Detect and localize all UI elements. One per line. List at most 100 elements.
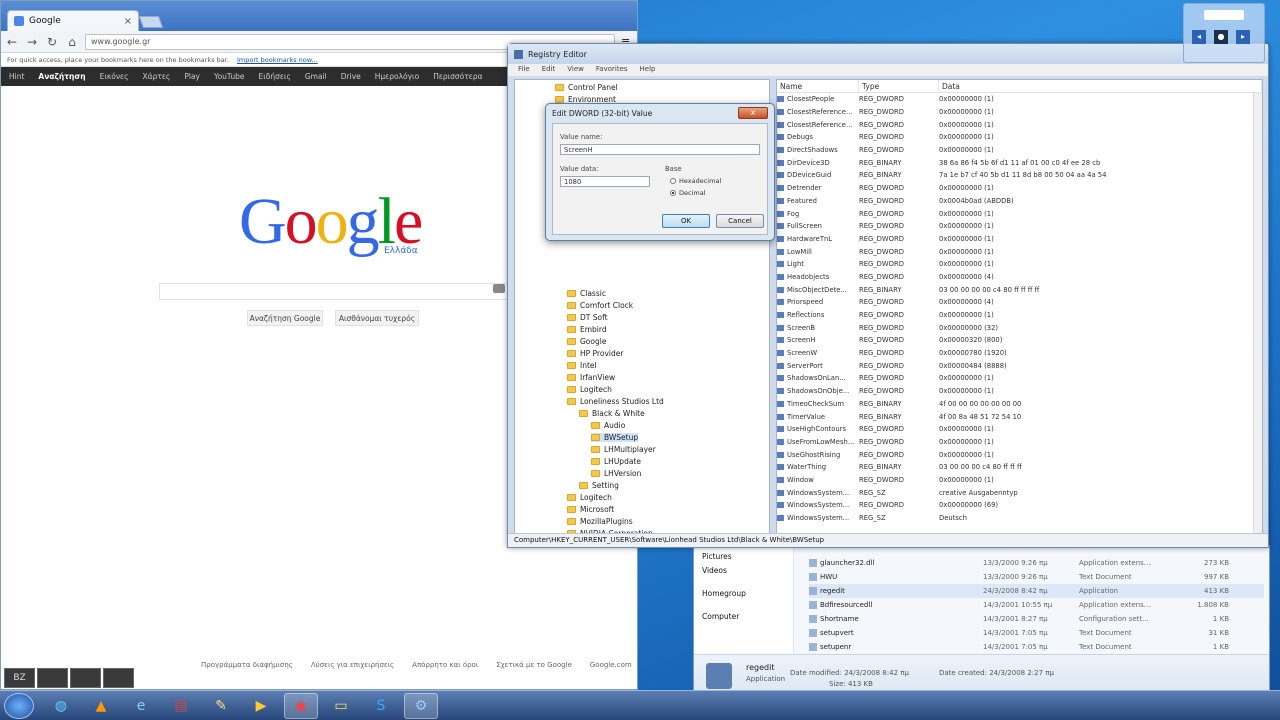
menu-edit[interactable]: Edit [542,65,556,75]
file-row[interactable]: setupvert 14/3/2001 7:05 πμ Text Document 3… [809,626,1264,640]
back-icon[interactable]: ← [5,35,19,49]
tree-node[interactable]: LHMultiplayer [591,445,656,454]
menu-file[interactable]: File [518,65,530,75]
weather-gadget[interactable]: ◂ ● ▸ [1183,3,1265,63]
tree-node[interactable]: Comfort Clock [567,301,633,310]
regedit-titlebar[interactable]: Registry Editor [508,44,1268,64]
file-row[interactable]: Shortname 14/3/2001 8:27 πμ Configuration … [809,612,1264,626]
registry-value-row[interactable]: ScreenH REG_DWORD 0x00000320 (800) [777,334,1262,347]
nav-pictures[interactable]: Pictures [702,552,785,561]
footer-link[interactable]: Google.com [590,661,632,669]
registry-value-row[interactable]: Fog REG_DWORD 0x00000000 (1) [777,207,1262,220]
registry-value-row[interactable]: WindowsSystem... REG_DWORD 0x00000000 (69) [777,499,1262,512]
gbar-item[interactable]: Χάρτες [143,72,171,81]
column-name[interactable]: Name [777,80,859,92]
ie-icon[interactable]: e [124,693,158,719]
nav-computer[interactable]: Computer [702,612,785,621]
file-row[interactable]: regedit 24/3/2008 8:42 πμ Application 413 K… [809,584,1264,598]
home-icon[interactable]: ⌂ [65,35,79,49]
footer-link[interactable]: Προγράμματα διαφήμισης [201,661,293,669]
nav-homegroup[interactable]: Homegroup [702,589,785,598]
file-row[interactable]: HWU 13/3/2000 9:26 πμ Text Document 997 KB [809,570,1264,584]
registry-value-row[interactable]: ScreenW REG_DWORD 0x00000780 (1920) [777,347,1262,360]
column-data[interactable]: Data [939,80,1262,92]
tree-node[interactable]: IrfanView [567,373,615,382]
registry-value-row[interactable]: HardwareTnL REG_DWORD 0x00000000 (1) [777,233,1262,246]
gbar-item[interactable]: Περισσότερα [433,72,482,81]
torrent-icon[interactable]: ◍ [44,693,78,719]
footer-link[interactable]: Σχετικά με το Google [496,661,572,669]
tree-node[interactable]: Black & White [579,409,645,418]
file-row[interactable]: setupenr 14/3/2001 7:05 πμ Text Document 1 … [809,640,1264,654]
registry-value-row[interactable]: Light REG_DWORD 0x00000000 (1) [777,258,1262,271]
registry-value-row[interactable]: LowMill REG_DWORD 0x00000000 (1) [777,245,1262,258]
registry-value-row[interactable]: Window REG_DWORD 0x00000000 (1) [777,474,1262,487]
values-scrollbar[interactable] [1253,93,1262,533]
tree-node[interactable]: Loneliness Studios Ltd [567,397,664,406]
registry-value-row[interactable]: MiscObjectDete... REG_BINARY 03 00 00 00 0… [777,283,1262,296]
registry-value-row[interactable]: TimerValue REG_BINARY 4f 00 8a 48 51 72 54… [777,410,1262,423]
tree-node[interactable]: Classic [567,289,606,298]
registry-value-row[interactable]: WindowsSystem... REG_SZ creative Ausgabenn… [777,486,1262,499]
gadget-next-icon[interactable]: ▸ [1236,30,1250,44]
registry-value-row[interactable]: TimeoCheckSum REG_BINARY 4f 00 00 00 00 00… [777,398,1262,411]
tree-node[interactable]: DT Soft [567,313,608,322]
decimal-radio[interactable]: Decimal [670,189,706,197]
winrar-icon[interactable]: ▤ [164,693,198,719]
close-icon[interactable]: x [738,107,768,119]
skype-icon[interactable]: S [364,693,398,719]
ok-button[interactable]: OK [662,214,710,228]
cancel-button[interactable]: Cancel [716,214,764,228]
dialog-titlebar[interactable]: Edit DWORD (32-bit) Value x [546,104,774,122]
chrome-icon[interactable]: ◉ [284,692,318,719]
registry-value-row[interactable]: DirDevice3D REG_BINARY 38 6a 86 f4 5b 6f d… [777,156,1262,169]
tree-node[interactable]: Audio [591,421,625,430]
forward-icon[interactable]: → [25,35,39,49]
registry-value-row[interactable]: DDeviceGuid REG_BINARY 7a 1e b7 cf 40 5b d… [777,169,1262,182]
registry-value-row[interactable]: Detrender REG_DWORD 0x00000000 (1) [777,182,1262,195]
hexadecimal-radio[interactable]: Hexadecimal [670,177,721,185]
gadget-prev-icon[interactable]: ◂ [1192,30,1206,44]
new-tab-button[interactable] [138,16,164,28]
tree-node[interactable]: Logitech [567,493,612,502]
registry-value-row[interactable]: FullScreen REG_DWORD 0x00000000 (1) [777,220,1262,233]
tree-node[interactable]: BWSetup [591,433,639,442]
registry-value-row[interactable]: Featured REG_DWORD 0x0004b0ad (ABDDB) [777,195,1262,208]
registry-value-row[interactable]: UseFromLowMesh... REG_DWORD 0x00000000 (1) [777,436,1262,449]
registry-value-row[interactable]: Debugs REG_DWORD 0x00000000 (1) [777,131,1262,144]
start-button[interactable] [4,692,34,719]
registry-value-row[interactable]: UseGhostRising REG_DWORD 0x00000000 (1) [777,448,1262,461]
tree-node[interactable]: LHUpdate [591,457,641,466]
registry-value-row[interactable]: ClosestReference... REG_DWORD 0x00000000 (… [777,106,1262,119]
registry-value-row[interactable]: WindowsSystem... REG_SZ Deutsch [777,512,1262,525]
gbar-item[interactable]: Hint [9,72,24,81]
regedit-icon[interactable]: ⚙ [404,692,438,719]
nav-videos[interactable]: Videos [702,566,785,575]
tree-node[interactable]: Logitech [567,385,612,394]
keyboard-icon[interactable] [493,284,505,293]
tree-node[interactable]: Embird [567,325,607,334]
footer-link[interactable]: Λύσεις για επιχειρήσεις [311,661,394,669]
registry-value-row[interactable]: Reflections REG_DWORD 0x00000000 (1) [777,309,1262,322]
registry-value-row[interactable]: ScreenB REG_DWORD 0x00000000 (32) [777,321,1262,334]
gbar-item[interactable]: Εικόνες [100,72,129,81]
registry-value-row[interactable]: WaterThing REG_BINARY 03 00 00 00 c4 80 ff… [777,461,1262,474]
tree-node[interactable]: Microsoft [567,505,614,514]
tree-node[interactable]: Control Panel [555,83,618,92]
registry-value-row[interactable]: ClosestReference... REG_DWORD 0x00000000 (… [777,118,1262,131]
tree-node[interactable]: MozillaPlugins [567,517,633,526]
gbar-item[interactable]: Ειδήσεις [259,72,291,81]
google-search-button[interactable]: Αναζήτηση Google [247,310,323,326]
close-tab-icon[interactable]: × [124,16,132,27]
tree-node[interactable]: LHVersion [591,469,641,478]
registry-value-row[interactable]: Headobjects REG_DWORD 0x00000000 (4) [777,271,1262,284]
reload-icon[interactable]: ↻ [45,35,59,49]
menu-help[interactable]: Help [640,65,656,75]
value-name-field[interactable]: ScreenH [560,144,760,155]
tree-node[interactable]: Setting [579,481,619,490]
menu-favorites[interactable]: Favorites [596,65,628,75]
gbar-item[interactable]: Αναζήτηση [38,72,85,81]
taskbar-thumbnail[interactable]: BZ [4,668,134,688]
registry-value-row[interactable]: Priorspeed REG_DWORD 0x00000000 (4) [777,296,1262,309]
paint-icon[interactable]: ✎ [204,693,238,719]
